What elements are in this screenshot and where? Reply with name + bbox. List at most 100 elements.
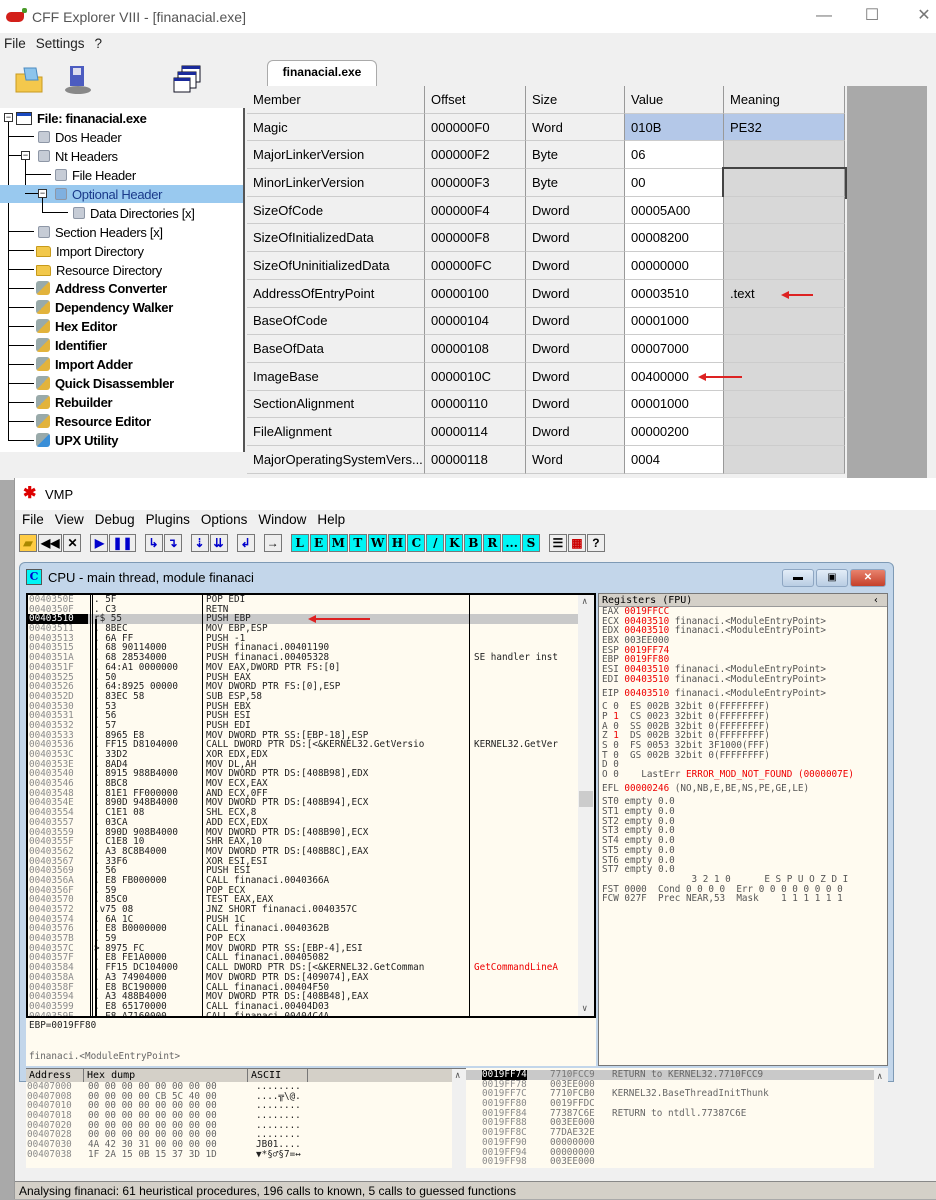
grid-row[interactable]: BaseOfCode 00000104 Dword 00001000: [247, 307, 847, 336]
value-cell[interactable]: 00005A00: [625, 196, 724, 225]
value-cell[interactable]: 010B: [625, 113, 724, 142]
tree-item-data-directories[interactable]: Data Directories [x]: [73, 204, 195, 222]
dump-scrollbar[interactable]: ∧: [452, 1069, 466, 1168]
menu-options[interactable]: Options: [201, 512, 248, 527]
menu-file[interactable]: File: [4, 36, 26, 56]
menu-view[interactable]: View: [55, 512, 84, 527]
toolbar-window-button[interactable]: L: [290, 534, 309, 552]
tab-finanacial-exe[interactable]: finanacial.exe: [267, 60, 377, 86]
close-debug-icon[interactable]: ✕: [63, 534, 82, 552]
toolbar-window-button[interactable]: K: [445, 534, 464, 552]
value-cell[interactable]: 00001000: [625, 390, 724, 419]
col-header-value[interactable]: Value: [625, 86, 724, 114]
tree-item-identifier[interactable]: Identifier: [36, 336, 107, 354]
col-header-member[interactable]: Member: [247, 86, 425, 114]
menu-help[interactable]: ?: [95, 36, 103, 56]
trace-into-icon[interactable]: ⇣: [190, 534, 209, 552]
open-icon[interactable]: ▰: [19, 534, 37, 552]
menu-help[interactable]: Help: [317, 512, 345, 527]
toolbar-window-button[interactable]: C: [407, 534, 426, 552]
grid-row[interactable]: MinorLinkerVersion 000000F3 Byte 00: [247, 167, 847, 199]
stack-row[interactable]: 0019FF88 003EE000: [466, 1118, 888, 1128]
goto-icon[interactable]: →: [263, 534, 282, 552]
maximize-button[interactable]: ☐: [852, 4, 892, 28]
toolbar-window-button[interactable]: /: [426, 534, 445, 552]
tree-item-import-adder[interactable]: Import Adder: [36, 355, 133, 373]
tree-item-dos-header[interactable]: Dos Header: [38, 128, 122, 146]
tree-item-import-directory[interactable]: Import Directory: [36, 242, 144, 260]
value-cell[interactable]: 00007000: [625, 335, 724, 363]
menu-window[interactable]: Window: [258, 512, 306, 527]
dump-row[interactable]: 00407038 1F 2A 15 0B 15 37 3D 1D ▼*§♂§7=↔: [26, 1150, 466, 1160]
grid-row[interactable]: BaseOfData 00000108 Dword 00007000: [247, 335, 847, 363]
grid-row[interactable]: MajorLinkerVersion 000000F2 Byte 06: [247, 141, 847, 170]
tree-item-nt-headers[interactable]: Nt Headers: [38, 147, 118, 165]
cpu-minimize-button[interactable]: ▬: [782, 569, 814, 587]
registers-pane[interactable]: Registers (FPU) ‹ EAX 0019FFCC ECX 004035…: [598, 593, 888, 1066]
value-cell[interactable]: 06: [625, 141, 724, 170]
step-over-icon[interactable]: ↴: [163, 534, 182, 552]
save-disk-icon[interactable]: [62, 64, 94, 96]
stack-row[interactable]: 0019FF8C 77DAE32E: [466, 1128, 888, 1138]
cpu-close-button[interactable]: ✕: [850, 569, 886, 587]
tree-item-hex-editor[interactable]: Hex Editor: [36, 317, 117, 335]
toolbar-window-button[interactable]: T: [348, 534, 367, 552]
grid-row[interactable]: SizeOfCode 000000F4 Dword 00005A00: [247, 196, 847, 225]
tree-item-optional-header[interactable]: Optional Header: [0, 185, 243, 203]
collapse-toggle[interactable]: −: [21, 151, 30, 160]
tree-item-upx-utility[interactable]: UPX Utility: [36, 431, 118, 449]
menu-plugins[interactable]: Plugins: [146, 512, 190, 527]
grid-row[interactable]: FileAlignment 00000114 Dword 00000200: [247, 418, 847, 446]
value-cell[interactable]: 00001000: [625, 307, 724, 336]
run-icon[interactable]: ▶: [90, 534, 109, 552]
value-cell[interactable]: 00003510: [625, 279, 724, 308]
toolbar-window-button[interactable]: H: [388, 534, 407, 552]
step-into-icon[interactable]: ↳: [144, 534, 163, 552]
grid-row[interactable]: ImageBase 0000010C Dword 00400000: [247, 362, 847, 391]
value-cell[interactable]: 0004: [625, 445, 724, 474]
toolbar-window-button[interactable]: E: [309, 534, 328, 552]
restart-icon[interactable]: ◀◀: [38, 534, 63, 552]
col-header-size[interactable]: Size: [526, 86, 625, 114]
toolbar-window-button[interactable]: R: [483, 534, 502, 552]
grid-row[interactable]: SizeOfUninitializedData 000000FC Dword 0000…: [247, 252, 847, 280]
toolbar-window-button[interactable]: B: [464, 534, 483, 552]
hex-dump-pane[interactable]: Address Hex dump ASCII 00407000 00 00 00 …: [26, 1068, 466, 1168]
close-button[interactable]: ✕: [904, 4, 936, 28]
tree-item-section-headers[interactable]: Section Headers [x]: [38, 223, 163, 241]
tree-item-dependency-walker[interactable]: Dependency Walker: [36, 298, 173, 316]
execute-till-return-icon[interactable]: ↲: [236, 534, 255, 552]
disassembly-scrollbar[interactable]: ∧ ∨: [578, 595, 594, 1016]
tree-item-resource-directory[interactable]: Resource Directory: [36, 261, 162, 279]
value-cell[interactable]: 00000200: [625, 418, 724, 446]
stack-row[interactable]: 0019FF94 00000000: [466, 1147, 888, 1158]
stack-row[interactable]: 0019FF7C 7710FCB0 KERNEL32.BaseThreadInitT…: [466, 1089, 888, 1099]
col-header-offset[interactable]: Offset: [425, 86, 526, 114]
disassembly-pane[interactable]: 0040350E. 5F POP EDI 0040350F. C3 RETN 00403…: [26, 593, 596, 1018]
menu-settings[interactable]: Settings: [36, 36, 85, 56]
value-cell[interactable]: 00008200: [625, 224, 724, 253]
help-icon[interactable]: ?: [586, 534, 605, 552]
open-folder-icon[interactable]: [14, 64, 46, 96]
tree-item-quick-disassembler[interactable]: Quick Disassembler: [36, 374, 174, 392]
stack-row[interactable]: 0019FF74 7710FCC9 RETURN to KERNEL32.7710F…: [466, 1070, 888, 1080]
trace-over-icon[interactable]: ⇊: [209, 534, 228, 552]
grid-row[interactable]: MajorOperatingSystemVers... 00000118 Word 0…: [247, 445, 847, 474]
stack-pane[interactable]: 0019FF74 7710FCC9 RETURN to KERNEL32.7710F…: [466, 1068, 888, 1168]
toolbar-window-button[interactable]: M: [328, 534, 348, 552]
list-icon[interactable]: ☰: [548, 534, 567, 552]
grid-row[interactable]: AddressOfEntryPoint 00000100 Dword 00003510…: [247, 279, 847, 308]
grid-row[interactable]: SectionAlignment 00000110 Dword 00001000: [247, 390, 847, 419]
tree-root[interactable]: File: finanacial.exe: [16, 109, 147, 127]
col-header-meaning[interactable]: Meaning: [724, 86, 845, 114]
grid-row[interactable]: Magic 000000F0 Word 010B PE32: [247, 113, 847, 142]
stack-row[interactable]: 0019FF90 00000000: [466, 1138, 888, 1148]
tree-item-resource-editor[interactable]: Resource Editor: [36, 412, 151, 430]
stack-scrollbar[interactable]: ∧: [874, 1068, 888, 1168]
minimize-button[interactable]: —: [804, 4, 844, 28]
pause-icon[interactable]: ❚❚: [109, 534, 136, 552]
value-cell[interactable]: 00: [625, 169, 724, 197]
collapse-toggle[interactable]: −: [4, 113, 13, 122]
toolbar-window-button[interactable]: ...: [502, 534, 521, 552]
cpu-maximize-button[interactable]: ▣: [816, 569, 848, 587]
